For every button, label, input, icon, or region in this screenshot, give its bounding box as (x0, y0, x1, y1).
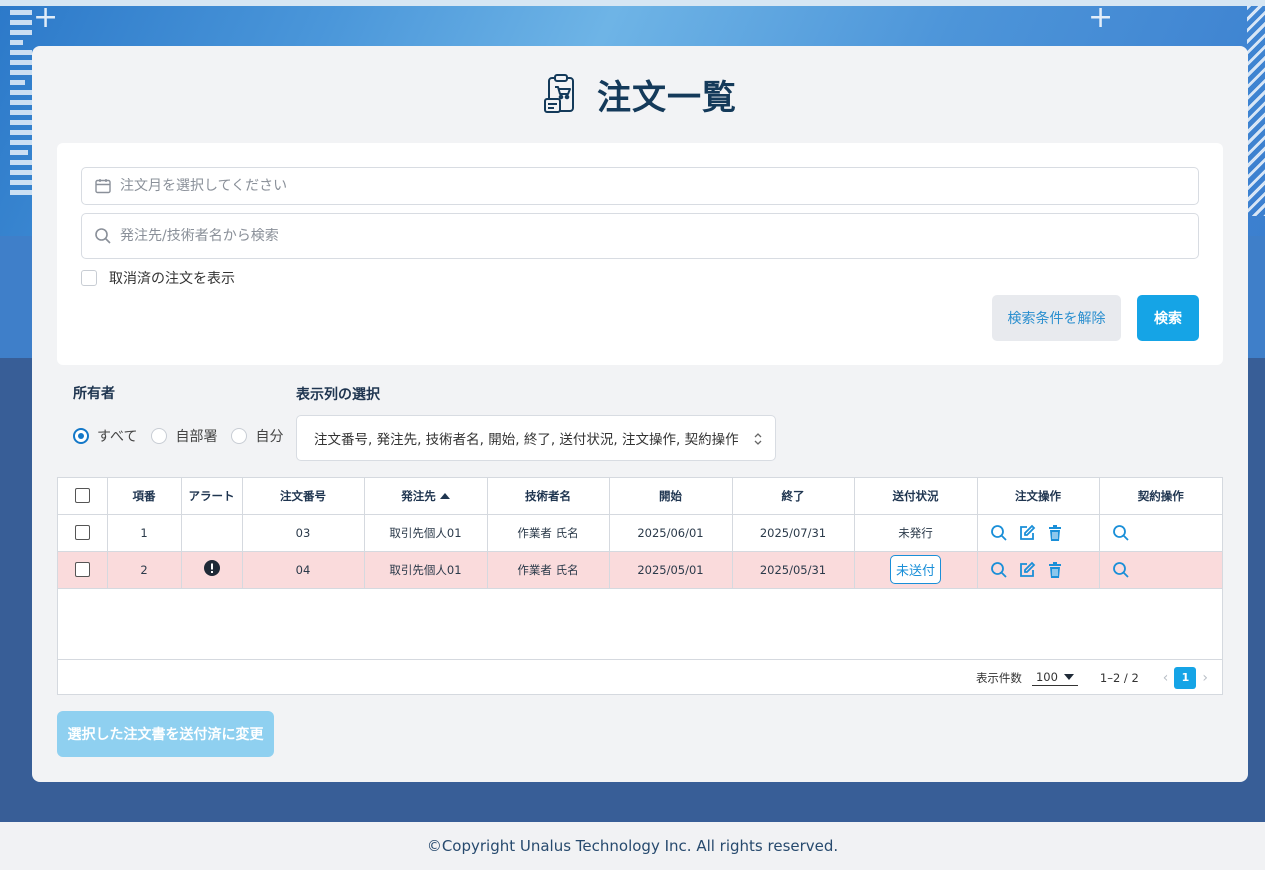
owner-option-label: すべて (97, 429, 138, 445)
column-header: 契約操作 (1099, 478, 1222, 515)
radio-dot[interactable] (231, 428, 248, 444)
radio-dot[interactable] (73, 428, 89, 444)
per-page-label: 表示件数 (975, 670, 1022, 685)
contract-actions (1099, 551, 1222, 589)
footer-copyright: ©Copyright Unalus Technology Inc. All ri… (0, 822, 1265, 870)
column-select-label: 表示列の選択 (296, 387, 380, 403)
page-title: 注文一覧 (597, 77, 737, 118)
view-contract-icon[interactable] (1112, 561, 1130, 579)
column-header[interactable]: 注文番号 (242, 478, 365, 515)
search-icon (95, 228, 111, 244)
row-select-cell (58, 514, 108, 552)
radio-dot[interactable] (151, 428, 168, 444)
decorative-plus-icon: + (33, 0, 59, 35)
sort-ascending-icon (439, 492, 450, 499)
keyword-search-field[interactable] (81, 213, 1199, 259)
row-number: 2 (107, 551, 182, 589)
table-row: 1 03 取引先個人01 作業者 氏名 2025/06/01 2025/07/3… (58, 514, 1222, 552)
order-month-input[interactable] (120, 178, 1198, 194)
contract-actions (1099, 514, 1222, 552)
decorative-plus-icon: + (1088, 0, 1114, 35)
column-header-sorted[interactable]: 発注先 (364, 478, 488, 515)
column-header: アラート (181, 478, 243, 515)
decorative-stripes (1247, 6, 1265, 216)
per-page-select[interactable]: 100 (1031, 669, 1078, 686)
column-header-label: 発注先 (401, 488, 436, 503)
owner-option-label: 自部署 (175, 429, 218, 445)
trash-icon[interactable] (1046, 561, 1064, 579)
order-number: 04 (242, 551, 365, 589)
send-status: 未発行 (854, 514, 978, 552)
status-badge[interactable]: 未送付 (889, 555, 941, 584)
select-all-checkbox[interactable] (74, 488, 90, 504)
supplier: 取引先個人01 (364, 551, 488, 589)
alert-cell (181, 551, 243, 589)
owner-label: 所有者 (73, 386, 115, 402)
row-select-cell (58, 551, 108, 589)
row-checkbox[interactable] (74, 525, 90, 540)
order-clipboard-icon (544, 74, 574, 113)
column-select[interactable]: 注文番号, 発注先, 技術者名, 開始, 終了, 送付状況, 注文操作, 契約操… (296, 415, 776, 461)
column-header[interactable]: 技術者名 (487, 478, 610, 515)
mark-sent-button[interactable]: 選択した注文書を送付済に変更 (57, 711, 274, 757)
owner-radio-self[interactable]: 自分 (231, 426, 283, 446)
chevron-left-icon[interactable]: ‹ (1163, 670, 1169, 686)
view-icon[interactable] (990, 561, 1008, 579)
start-date: 2025/05/01 (609, 551, 733, 589)
caret-down-icon (1063, 673, 1074, 680)
keyword-search-input[interactable] (120, 228, 1198, 244)
owner-option-label: 自分 (255, 429, 284, 445)
owner-radio-all[interactable]: すべて (73, 426, 137, 446)
row-checkbox[interactable] (74, 562, 90, 577)
page-range: 1–2 / 2 (1099, 670, 1139, 685)
chevron-right-icon[interactable]: › (1202, 670, 1208, 686)
order-actions (977, 514, 1100, 552)
column-header[interactable]: 開始 (609, 478, 733, 515)
owner-radio-group: すべて 自部署 自分 (73, 426, 297, 446)
pagination-bar: 表示件数 100 1–2 / 2 ‹ 1 › (58, 659, 1222, 695)
select-all-cell (58, 478, 108, 515)
engineer: 作業者 氏名 (487, 514, 610, 552)
show-cancelled-label: 取消済の注文を表示 (109, 271, 235, 287)
page-button-current[interactable]: 1 (1174, 666, 1197, 689)
view-contract-icon[interactable] (1112, 524, 1130, 542)
order-month-picker[interactable] (81, 167, 1199, 205)
search-button[interactable]: 検索 (1137, 295, 1199, 341)
column-header[interactable]: 終了 (732, 478, 855, 515)
edit-icon[interactable] (1018, 561, 1036, 579)
decorative-bars (10, 10, 32, 200)
search-panel: 取消済の注文を表示 検索条件を解除 検索 (57, 143, 1223, 365)
column-header: 項番 (107, 478, 182, 515)
column-header: 注文操作 (977, 478, 1100, 515)
table-header-row: 項番 アラート 注文番号 発注先 技術者名 開始 終了 送付状況 注文操作 契約… (58, 478, 1222, 515)
trash-icon[interactable] (1046, 524, 1064, 542)
column-header[interactable]: 送付状況 (854, 478, 978, 515)
end-date: 2025/05/31 (732, 551, 855, 589)
engineer: 作業者 氏名 (487, 551, 610, 589)
send-status-cell: 未送付 (854, 551, 978, 589)
supplier: 取引先個人01 (364, 514, 488, 552)
page-header: 注文一覧 (32, 70, 1248, 118)
calendar-icon (95, 179, 111, 194)
alert-cell (181, 514, 243, 552)
table-row: 2 04 取引先個人01 作業者 氏名 2025/05/01 2025/05/3… (58, 551, 1222, 589)
main-card: 注文一覧 取消済の注文を表示 検索条件を解除 検索 所有者 すべて (32, 46, 1248, 782)
order-number: 03 (242, 514, 365, 552)
column-select-value: 注文番号, 発注先, 技術者名, 開始, 終了, 送付状況, 注文操作, 契約操… (314, 432, 739, 448)
show-cancelled-toggle[interactable]: 取消済の注文を表示 (81, 268, 235, 288)
top-line (0, 0, 1265, 6)
alert-icon (203, 560, 220, 576)
order-actions (977, 551, 1100, 589)
orders-table: 項番 アラート 注文番号 発注先 技術者名 開始 終了 送付状況 注文操作 契約… (57, 477, 1223, 695)
end-date: 2025/07/31 (732, 514, 855, 552)
view-icon[interactable] (990, 524, 1008, 542)
clear-filters-button[interactable]: 検索条件を解除 (992, 295, 1121, 341)
row-number: 1 (107, 514, 182, 552)
edit-icon[interactable] (1018, 524, 1036, 542)
chevron-up-down-icon (754, 433, 762, 445)
per-page-value: 100 (1035, 669, 1058, 684)
owner-radio-department[interactable]: 自部署 (151, 426, 217, 446)
start-date: 2025/06/01 (609, 514, 733, 552)
show-cancelled-checkbox[interactable] (81, 270, 97, 286)
